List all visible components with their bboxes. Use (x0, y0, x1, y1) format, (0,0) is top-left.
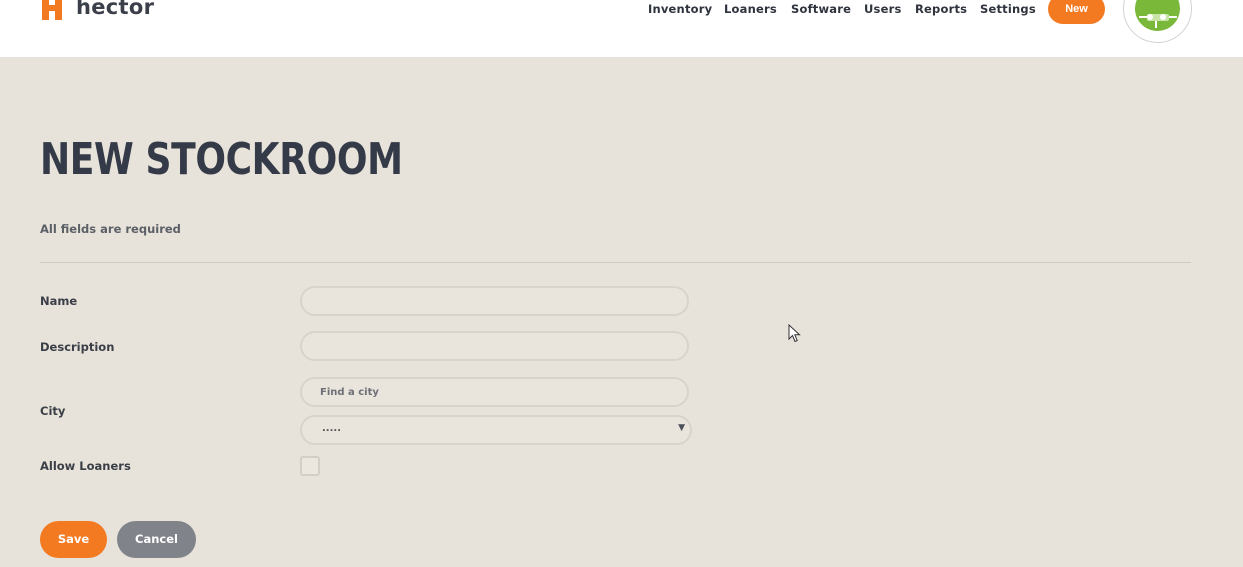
save-button[interactable]: Save (40, 521, 107, 558)
avatar[interactable] (1123, 0, 1192, 43)
city-search-input[interactable] (300, 377, 689, 407)
nav-software[interactable]: Software (791, 2, 851, 16)
allow-loaners-label: Allow Loaners (40, 459, 131, 473)
city-select-value: ..... (322, 423, 341, 434)
city-select[interactable]: ..... ▼ (300, 415, 692, 445)
name-input[interactable] (300, 286, 689, 316)
mouse-pointer-icon (788, 324, 801, 343)
new-button[interactable]: New (1048, 0, 1105, 24)
city-label: City (40, 404, 66, 418)
nav-loaners[interactable]: Loaners (724, 2, 777, 16)
name-label: Name (40, 294, 78, 308)
description-label: Description (40, 340, 115, 354)
caret-down-icon: ▼ (678, 423, 685, 433)
app-logo-text[interactable]: hector (76, 0, 154, 19)
allow-loaners-checkbox[interactable] (300, 456, 320, 476)
description-input[interactable] (300, 331, 689, 361)
hector-logo-icon[interactable] (40, 0, 64, 22)
top-navigation-bar: hector Inventory Loaners Software Users … (0, 0, 1243, 57)
nav-settings[interactable]: Settings (980, 2, 1036, 16)
nav-reports[interactable]: Reports (915, 2, 967, 16)
page-title: NEW STOCKROOM (40, 134, 403, 185)
circuit-avatar-icon (1135, 0, 1180, 31)
required-fields-note: All fields are required (40, 222, 181, 236)
section-divider (40, 262, 1191, 263)
cancel-button[interactable]: Cancel (117, 521, 196, 558)
nav-users[interactable]: Users (864, 2, 902, 16)
nav-inventory[interactable]: Inventory (648, 2, 712, 16)
